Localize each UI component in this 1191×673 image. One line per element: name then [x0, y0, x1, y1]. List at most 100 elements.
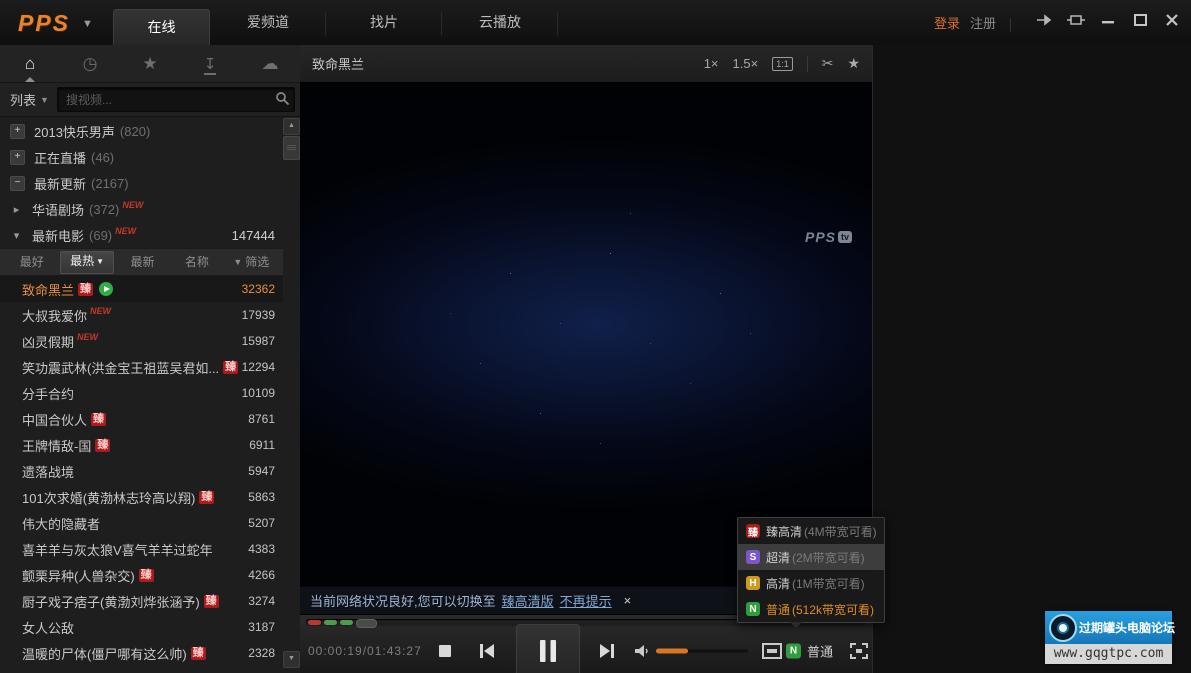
quality-option[interactable]: S 超清 (2M带宽可看): [738, 544, 884, 570]
category-count: (372): [89, 202, 119, 217]
movie-row[interactable]: 中国合伙人 臻 8761: [0, 406, 283, 432]
movie-row[interactable]: 喜羊羊与灰太狼V喜气羊羊过蛇年 4383: [0, 536, 283, 562]
sort-button[interactable]: 最新: [117, 252, 168, 273]
dismiss-link[interactable]: 不再提示: [560, 591, 612, 610]
main-tab[interactable]: 爱频道: [210, 0, 326, 45]
pin-icon[interactable]: [1035, 12, 1053, 28]
maximize-icon[interactable]: [1131, 12, 1149, 28]
login-link[interactable]: 登录: [934, 16, 960, 31]
volume-slider[interactable]: [656, 650, 748, 653]
category-count: (820): [120, 124, 150, 139]
main-tab[interactable]: 云播放: [442, 0, 558, 45]
zhen-hd-badge: 臻: [191, 647, 206, 660]
player-tools: 1× 1.5× 1:1 ✂ ★: [704, 55, 860, 72]
switch-quality-link[interactable]: 臻高清版: [502, 591, 554, 610]
main-tabs: 在线 爱频道 找片 云播放: [113, 0, 558, 45]
quality-name: 高清: [766, 575, 790, 592]
time-display: 00:00:19/01:43:27: [308, 644, 422, 658]
movie-row[interactable]: 致命黑兰 臻 32362: [0, 276, 283, 302]
zoom-1-5x-button[interactable]: 1.5×: [733, 56, 759, 71]
movie-row[interactable]: 厨子戏子痞子(黄渤刘烨张涵予) 臻 3274: [0, 588, 283, 614]
movie-title: 喜羊羊与灰太狼V喜气羊羊过蛇年: [22, 540, 213, 559]
movie-row[interactable]: 分手合约 10109: [0, 380, 283, 406]
expander-icon[interactable]: +: [10, 124, 25, 139]
favorites-icon[interactable]: ★: [120, 45, 180, 82]
new-badge: NEW: [122, 200, 143, 210]
volume-icon[interactable]: [634, 643, 650, 659]
quality-button[interactable]: N 普通: [786, 642, 833, 661]
category-row[interactable]: − 最新更新 (2167): [0, 170, 283, 196]
history-icon[interactable]: ◷: [60, 45, 120, 82]
main-tab[interactable]: 找片: [326, 0, 442, 45]
movie-row[interactable]: 101次求婚(黄渤林志玲高以翔) 臻 5863: [0, 484, 283, 510]
next-button[interactable]: [598, 642, 616, 660]
video-screen[interactable]: PPS tv: [300, 83, 872, 586]
quality-name: 超清: [766, 549, 790, 566]
quality-option[interactable]: 臻 臻高清 (4M带宽可看): [738, 518, 884, 544]
previous-button[interactable]: [478, 642, 496, 660]
new-badge: NEW: [77, 332, 98, 342]
movie-row[interactable]: 伟大的隐藏者 5207: [0, 510, 283, 536]
movie-row[interactable]: 王牌情敌-国 臻 6911: [0, 432, 283, 458]
close-icon[interactable]: [1163, 12, 1181, 28]
expander-icon[interactable]: ▸: [10, 203, 23, 216]
zhen-hd-badge: 臻: [139, 569, 154, 582]
pps-logo[interactable]: PPS: [18, 10, 70, 37]
pause-button[interactable]: [516, 624, 580, 673]
sort-button[interactable]: 最热▼: [60, 251, 113, 274]
favorite-star-icon[interactable]: ★: [847, 55, 860, 72]
sort-button[interactable]: ▼筛选: [226, 252, 277, 273]
view-count: 3274: [248, 594, 275, 608]
expander-icon[interactable]: −: [10, 176, 25, 191]
category-row[interactable]: + 2013快乐男声 (820): [0, 118, 283, 144]
category-row[interactable]: ▾ 最新电影 (69) NEW 147444: [0, 222, 283, 248]
original-size-button[interactable]: 1:1: [772, 57, 793, 71]
cloud-icon[interactable]: ☁: [240, 45, 300, 82]
movie-row[interactable]: 凶灵假期 NEW 15987: [0, 328, 283, 354]
quality-badge: H: [746, 576, 760, 590]
play-now-icon[interactable]: [99, 282, 113, 296]
list-dropdown[interactable]: 列表: [10, 90, 36, 109]
fullscreen-icon[interactable]: [850, 643, 868, 659]
side-panel-toggle-icon[interactable]: [762, 643, 782, 659]
movie-title: 女人公敌: [22, 618, 74, 637]
movie-row[interactable]: 温暖的尸体(僵尸哪有这么帅) 臻 2328: [0, 640, 283, 666]
mini-mode-icon[interactable]: [1067, 12, 1085, 28]
category-count: (69): [89, 228, 112, 243]
scroll-down-icon[interactable]: ▼: [283, 651, 300, 668]
download-icon[interactable]: ↧: [180, 45, 240, 82]
register-link[interactable]: 注册: [970, 16, 996, 31]
movie-row[interactable]: 遗落战境 5947: [0, 458, 283, 484]
scroll-up-icon[interactable]: ▲: [283, 118, 300, 135]
movie-row[interactable]: 笑功震武林(洪金宝王祖蓝吴君如... 臻 12294: [0, 354, 283, 380]
logo-dropdown-icon[interactable]: ▼: [82, 18, 93, 30]
movie-row[interactable]: 女人公敌 3187: [0, 614, 283, 640]
notification-close-icon[interactable]: ×: [624, 593, 632, 608]
movie-row[interactable]: 颤栗异种(人兽杂交) 臻 4266: [0, 562, 283, 588]
stop-button[interactable]: [438, 644, 452, 658]
main-tab[interactable]: 在线: [113, 9, 210, 46]
search-icon[interactable]: [275, 91, 290, 111]
titlebar: PPS ▼ 在线 爱频道 找片 云播放 登录注册: [0, 0, 1191, 46]
list-dropdown-caret-icon[interactable]: ▼: [40, 95, 49, 105]
movie-row[interactable]: 大叔我爱你 NEW 17939: [0, 302, 283, 328]
sort-button[interactable]: 最好: [6, 252, 57, 273]
sort-button[interactable]: 名称: [171, 252, 222, 273]
zhen-hd-badge: 臻: [91, 413, 106, 426]
quality-option[interactable]: N 普通 (512k带宽可看): [738, 596, 884, 622]
home-icon[interactable]: ⌂: [0, 45, 60, 82]
zoom-1x-button[interactable]: 1×: [704, 56, 719, 71]
search-row: 列表 ▼: [0, 83, 300, 117]
quality-option[interactable]: H 高清 (1M带宽可看): [738, 570, 884, 596]
expander-icon[interactable]: ▾: [10, 229, 23, 242]
search-input[interactable]: [58, 88, 294, 111]
expander-icon[interactable]: +: [10, 150, 25, 165]
quality-bandwidth: (512k带宽可看): [792, 601, 874, 618]
category-row[interactable]: + 正在直播 (46): [0, 144, 283, 170]
scrollbar-thumb[interactable]: [283, 136, 300, 160]
list-scrollbar[interactable]: ▲ ▼: [283, 118, 298, 668]
category-row[interactable]: ▸ 华语剧场 (372) NEW: [0, 196, 283, 222]
clip-scissors-icon[interactable]: ✂: [822, 55, 834, 72]
category-label: 2013快乐男声: [34, 122, 115, 141]
minimize-icon[interactable]: [1099, 12, 1117, 28]
